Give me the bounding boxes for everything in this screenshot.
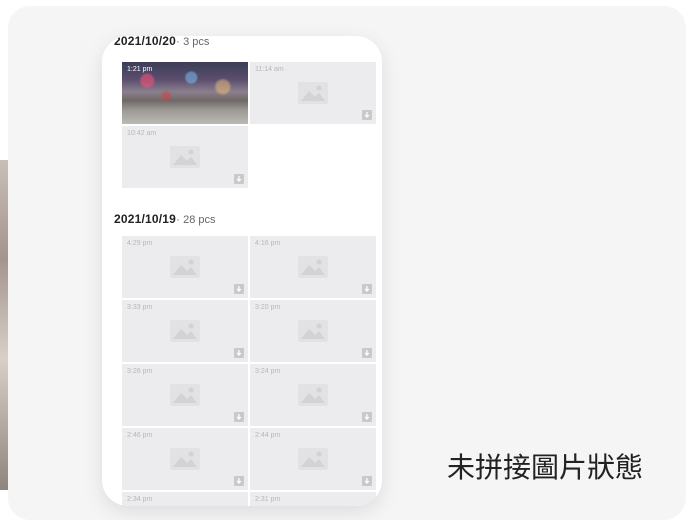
photo-time: 2:44 pm xyxy=(255,432,281,439)
photo-tile[interactable]: 2:44 pm xyxy=(250,428,376,490)
phone-screen: 2021/10/20· 3 pcs 1:21 pm 11:14 am 10:42… xyxy=(102,36,382,506)
photo-tile[interactable]: 3:20 pm xyxy=(250,300,376,362)
download-icon[interactable] xyxy=(362,476,372,486)
photo-time: 3:20 pm xyxy=(255,304,281,311)
download-icon[interactable] xyxy=(234,284,244,294)
photo-tile[interactable]: 2:31 pm xyxy=(250,492,376,506)
image-placeholder-icon xyxy=(170,448,200,470)
group-count: 28 pcs xyxy=(183,214,216,226)
group-separator: · xyxy=(176,36,180,48)
download-icon[interactable] xyxy=(234,174,244,184)
image-placeholder-icon xyxy=(170,256,200,278)
group-separator: · xyxy=(176,214,180,226)
image-placeholder-icon xyxy=(170,384,200,406)
group-count: 3 pcs xyxy=(183,36,210,48)
image-placeholder-icon xyxy=(298,320,328,342)
group-date: 2021/10/19 xyxy=(114,212,177,226)
photo-time: 3:24 pm xyxy=(255,368,281,375)
photo-tile[interactable]: 4:29 pm xyxy=(122,236,248,298)
download-icon[interactable] xyxy=(234,476,244,486)
group-header: 2021/10/19· 28 pcs xyxy=(114,212,216,226)
photo-time: 3:33 pm xyxy=(127,304,153,311)
image-placeholder-icon xyxy=(298,448,328,470)
photo-time: 2:31 pm xyxy=(255,496,281,503)
photo-tile[interactable]: 2:34 pm xyxy=(122,492,248,506)
photo-time: 3:26 pm xyxy=(127,368,153,375)
photo-tile[interactable]: 3:24 pm xyxy=(250,364,376,426)
photo-time: 4:29 pm xyxy=(127,240,153,247)
photo-tile[interactable]: 4:16 pm xyxy=(250,236,376,298)
group-header: 2021/10/20· 3 pcs xyxy=(114,36,209,48)
photo-time: 2:46 pm xyxy=(127,432,153,439)
download-icon[interactable] xyxy=(362,110,372,120)
download-icon[interactable] xyxy=(362,284,372,294)
photo-tile[interactable]: 11:14 am xyxy=(250,62,376,124)
photo-time: 2:34 pm xyxy=(127,496,153,503)
photo-time: 10:42 am xyxy=(127,130,157,137)
image-placeholder-icon xyxy=(170,146,200,168)
content-card: 2021/10/20· 3 pcs 1:21 pm 11:14 am 10:42… xyxy=(8,6,686,520)
image-placeholder-icon xyxy=(298,256,328,278)
photo-time: 4:16 pm xyxy=(255,240,281,247)
download-icon[interactable] xyxy=(234,412,244,422)
caption-text: 未拼接圖片狀態 xyxy=(447,451,644,484)
image-placeholder-icon xyxy=(298,384,328,406)
download-icon[interactable] xyxy=(234,348,244,358)
photo-time: 1:21 pm xyxy=(127,66,153,73)
background-photo-edge xyxy=(0,160,8,490)
photo-tile[interactable]: 1:21 pm xyxy=(122,62,248,124)
image-placeholder-icon xyxy=(298,82,328,104)
download-icon[interactable] xyxy=(362,348,372,358)
photo-tile[interactable]: 3:26 pm xyxy=(122,364,248,426)
photo-tile[interactable]: 10:42 am xyxy=(122,126,248,188)
photo-tile[interactable]: 3:33 pm xyxy=(122,300,248,362)
photo-tile[interactable]: 2:46 pm xyxy=(122,428,248,490)
image-placeholder-icon xyxy=(170,320,200,342)
group-date: 2021/10/20 xyxy=(114,36,177,48)
photo-time: 11:14 am xyxy=(255,66,284,73)
download-icon[interactable] xyxy=(362,412,372,422)
